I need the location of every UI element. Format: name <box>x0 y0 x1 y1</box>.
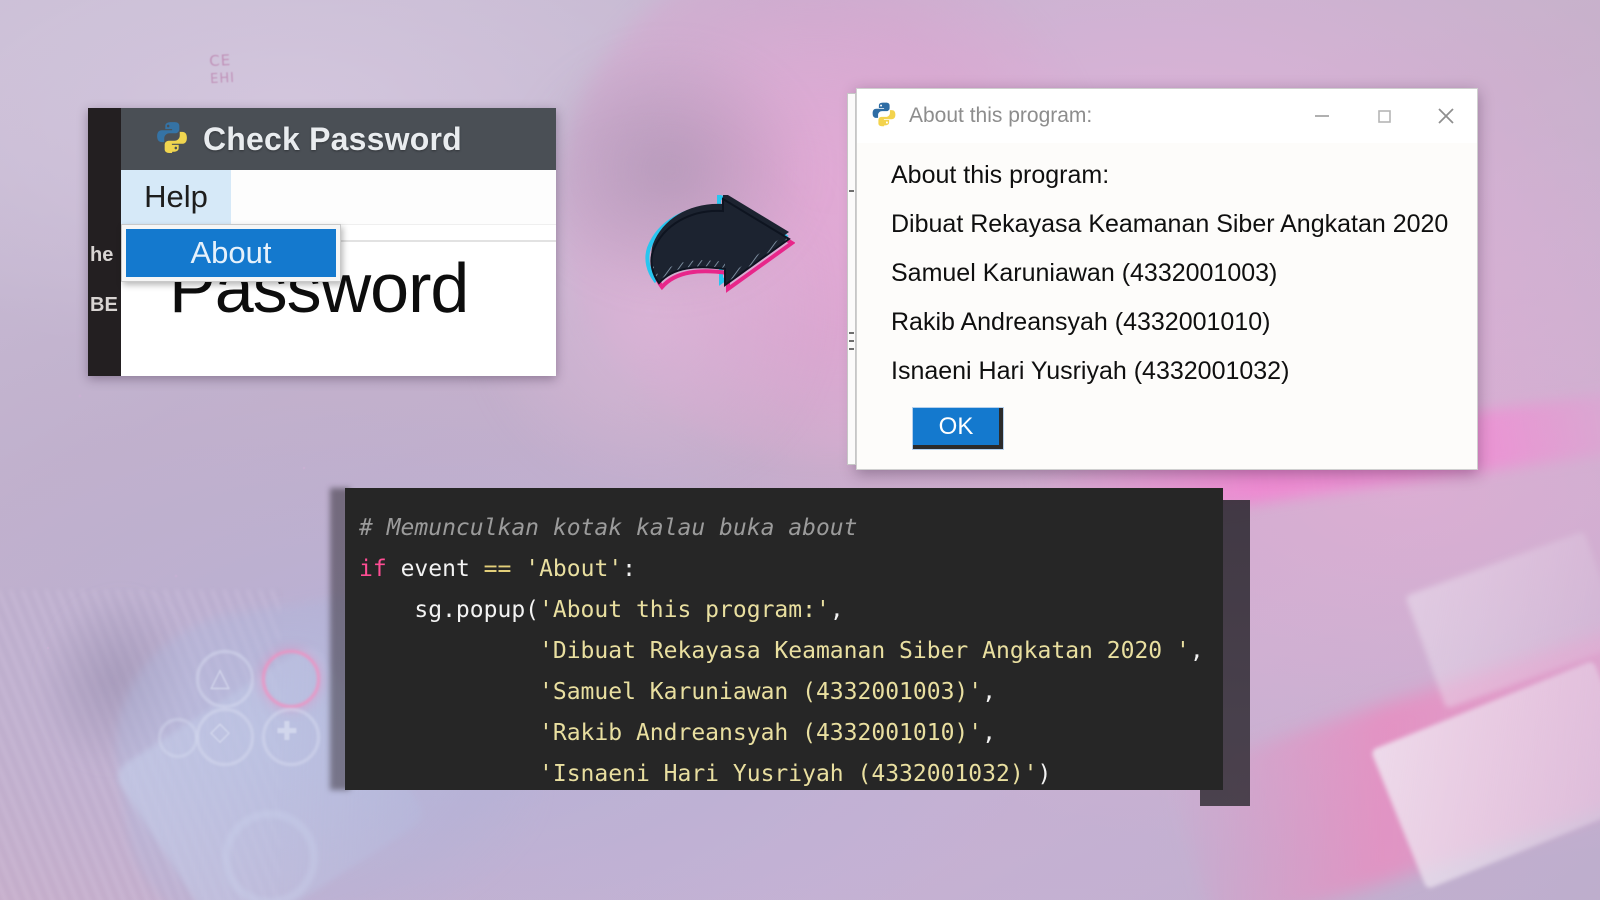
code-token-punc: , <box>829 597 844 623</box>
about-line: Rakib Andreansyah (4332001010) <box>891 308 1271 336</box>
menu-item-help-label: Help <box>144 179 208 214</box>
ce-regulatory-marks-icon: CE EHI <box>209 44 372 104</box>
minimize-button[interactable] <box>1291 89 1353 143</box>
code-block: # Memunculkan kotak kalau buka about if e… <box>345 488 1223 790</box>
code-token-comment: # Memunculkan kotak kalau buka about <box>359 515 858 541</box>
code-line: 'Isnaeni Hari Yusriyah (4332001032)') <box>359 754 1223 795</box>
code-token-str: 'About this program:' <box>539 597 830 623</box>
about-line: Isnaeni Hari Yusriyah (4332001032) <box>891 357 1290 385</box>
flow-arrow-icon <box>645 192 795 300</box>
check-password-body: Help Password About <box>121 170 556 376</box>
about-line: About this program: <box>891 161 1110 189</box>
check-password-window[interactable]: he BE Check Password Help Password About <box>88 108 556 376</box>
check-password-titlebar[interactable]: Check Password <box>121 108 556 170</box>
check-password-menubar[interactable]: Help <box>121 170 556 225</box>
code-token-punc: : <box>622 556 637 582</box>
menu-item-about[interactable]: About <box>126 229 336 277</box>
code-token-punc: ) <box>1037 761 1052 787</box>
background-window-edge: he BE <box>88 108 121 376</box>
about-dialog[interactable]: About this program: About this program: … <box>847 88 1478 470</box>
code-token-str: 'Samuel Karuniawan (4332001003)' <box>539 679 983 705</box>
python-icon <box>155 120 189 159</box>
code-token-str: 'Isnaeni Hari Yusriyah (4332001032)' <box>539 761 1038 787</box>
about-line: Samuel Karuniawan (4332001003) <box>891 259 1278 287</box>
code-line: sg.popup('About this program:', <box>359 590 1223 631</box>
password-input-underline <box>321 240 556 242</box>
code-token-punc: , <box>982 720 996 746</box>
ghost-text-line2: BE <box>90 294 118 316</box>
about-line: Dibuat Rekayasa Keamanan Siber Angkatan … <box>891 210 1449 238</box>
python-icon <box>871 101 897 132</box>
code-token-plain: sg.popup( <box>359 597 540 623</box>
ok-button[interactable]: OK <box>913 408 1003 449</box>
menu-item-about-label: About <box>190 235 272 270</box>
help-menu-dropdown[interactable]: About <box>121 224 341 282</box>
maximize-button[interactable] <box>1353 89 1415 143</box>
screenshot-stage: △ ◇ ✚ CE EHI he BE Check Password <box>0 0 1600 900</box>
code-line: if event == 'About': <box>359 549 1223 590</box>
code-line: # Memunculkan kotak kalau buka about <box>359 508 1223 549</box>
ghost-text-line1: he <box>90 244 114 266</box>
code-token-str: 'Rakib Andreansyah (4332001010)' <box>539 720 983 746</box>
check-password-title: Check Password <box>203 120 462 157</box>
code-token-kw: if <box>359 556 387 582</box>
code-token-str: 'About' <box>525 556 623 582</box>
close-button[interactable] <box>1415 89 1477 143</box>
window-controls <box>1291 89 1477 143</box>
background-window-sliver <box>847 93 856 465</box>
code-token-plain: event <box>400 556 470 582</box>
about-dialog-titlebar[interactable]: About this program: <box>857 89 1477 143</box>
code-token-punc: , <box>1189 638 1204 664</box>
code-token-str: 'Dibuat Rekayasa Keamanan Siber Angkatan… <box>539 638 1190 664</box>
code-token-punc: , <box>982 679 996 705</box>
code-line: 'Samuel Karuniawan (4332001003)', <box>359 672 1223 713</box>
menu-item-help[interactable]: Help <box>121 170 231 224</box>
code-token-op: == <box>483 556 512 582</box>
code-line: 'Dibuat Rekayasa Keamanan Siber Angkatan… <box>359 631 1223 672</box>
about-dialog-content: About this program: Dibuat Rekayasa Keam… <box>857 143 1477 449</box>
about-dialog-title: About this program: <box>909 104 1093 127</box>
code-line: 'Rakib Andreansyah (4332001010)', <box>359 713 1223 754</box>
